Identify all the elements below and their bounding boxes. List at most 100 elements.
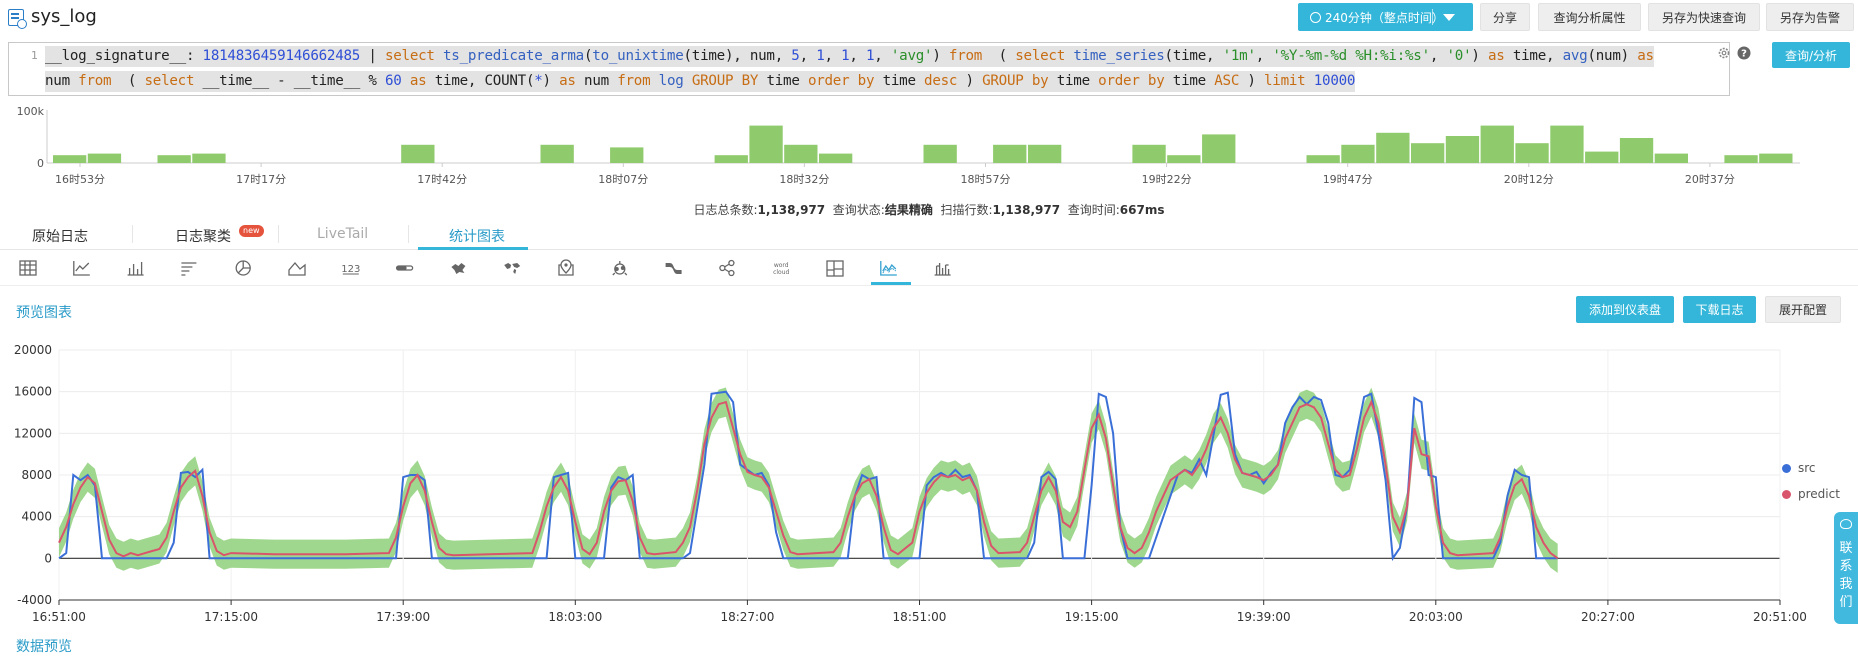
histogram-bar[interactable] <box>53 155 87 163</box>
query-line-1[interactable]: __log_signature__: 1814836459146662485 |… <box>45 46 1654 67</box>
flow-chart-icon[interactable] <box>612 261 628 276</box>
world-map-icon[interactable] <box>504 263 521 274</box>
gear-icon[interactable] <box>1718 47 1730 59</box>
query-token: select <box>1015 48 1074 64</box>
sankey-icon[interactable] <box>665 263 682 274</box>
query-properties-button[interactable]: 查询分析属性 <box>1538 3 1641 31</box>
query-token: , <box>1429 48 1447 64</box>
top-bar: sys_log 240分钟（整点时间） 分享 查询分析属性 另存为快速查询 另存… <box>0 0 1858 36</box>
histogram-bar[interactable] <box>1132 144 1166 163</box>
line-number: 1 <box>31 49 38 62</box>
tab-raw-logs[interactable]: 原始日志 <box>32 226 88 246</box>
query-token: ) <box>932 48 949 64</box>
histogram-bar[interactable] <box>993 144 1027 163</box>
compare-icon[interactable] <box>934 263 951 276</box>
histogram-bar[interactable] <box>1724 155 1758 163</box>
histogram-bar[interactable] <box>1341 144 1375 163</box>
query-token: 'avg' <box>890 48 933 64</box>
histogram-bar[interactable] <box>401 144 435 163</box>
timeseries-predict-icon[interactable] <box>880 261 897 276</box>
predict-confidence-band <box>59 387 1558 573</box>
map-icon[interactable] <box>451 263 466 274</box>
clock-icon <box>1310 11 1321 23</box>
query-token: order by <box>807 73 875 89</box>
pie-chart-icon[interactable] <box>235 260 251 276</box>
histogram-bar[interactable] <box>540 144 574 163</box>
legend-predict[interactable]: predict <box>1782 487 1840 501</box>
predict-series-line[interactable] <box>58 399 1559 560</box>
line-chart-icon[interactable] <box>73 261 90 276</box>
histogram-bar[interactable] <box>1480 125 1514 163</box>
histogram-bar[interactable] <box>610 147 644 163</box>
histogram-bar[interactable] <box>1028 144 1062 163</box>
treemap-icon[interactable] <box>826 260 844 277</box>
share-button[interactable]: 分享 <box>1480 3 1530 31</box>
save-alert-button[interactable]: 另存为告警 <box>1766 3 1854 31</box>
query-token: | <box>360 48 385 64</box>
y-tick-label: 16000 <box>14 385 52 399</box>
histogram-bar[interactable] <box>87 153 122 163</box>
histogram-bar[interactable] <box>1445 136 1480 163</box>
svg-text:word: word <box>774 262 789 269</box>
histogram-bar[interactable] <box>1585 151 1619 163</box>
save-quick-search-button[interactable]: 另存为快速查询 <box>1648 3 1760 31</box>
location-map-icon[interactable] <box>558 259 574 276</box>
histogram-bar[interactable] <box>819 153 853 163</box>
histogram-bar[interactable] <box>157 155 191 163</box>
histogram-x-tick-label: 19时47分 <box>1323 173 1373 186</box>
area-chart-icon[interactable] <box>288 261 306 276</box>
query-token: as <box>1487 48 1505 64</box>
histogram-bar[interactable] <box>1306 155 1340 163</box>
query-token: __time__ - __time__ % <box>194 73 385 89</box>
histogram-bar[interactable] <box>1202 134 1236 163</box>
histogram-bar[interactable] <box>923 144 957 163</box>
time-range-button[interactable]: 240分钟（整点时间） <box>1298 3 1473 31</box>
query-token: select <box>384 48 444 64</box>
query-token: (num) <box>1587 48 1638 64</box>
histogram-bar[interactable] <box>784 144 818 163</box>
histogram-bar[interactable] <box>1376 132 1410 163</box>
query-token: , <box>799 48 817 64</box>
timeseries-predict-chart[interactable]: -4000 0 4000 8000 12000 16000 20000 16:51:00 17:… <box>0 330 1858 630</box>
histogram-bar[interactable] <box>1550 125 1584 163</box>
x-tick-label: 20:27:00 <box>1581 610 1635 624</box>
query-token: time <box>758 73 808 89</box>
question-icon[interactable]: ? <box>1737 46 1751 60</box>
tab-log-clustering[interactable]: 日志聚类 <box>175 226 231 246</box>
preview-chart-title: 预览图表 <box>16 305 72 321</box>
query-token: ASC <box>1214 73 1240 89</box>
query-token: , <box>824 48 842 64</box>
number-icon[interactable]: 123 <box>341 264 360 275</box>
tab-livetail[interactable]: LiveTail <box>317 226 368 242</box>
histogram-bar[interactable] <box>1654 153 1688 163</box>
histogram-bar[interactable] <box>749 125 783 163</box>
log-histogram[interactable]: 100k 0 16时53分 17时17分 17时42分 18时07分 18时32分 18时57… <box>0 100 1858 190</box>
query-line-2[interactable]: num from ( select __time__ - __time__ % … <box>45 71 1355 92</box>
progress-bar-icon[interactable] <box>395 265 414 271</box>
add-to-dashboard-button[interactable]: 添加到仪表盘 <box>1576 296 1674 323</box>
histogram-bar[interactable] <box>1619 138 1654 163</box>
tab-statistics-chart[interactable]: 统计图表 <box>449 226 505 246</box>
histogram-bar[interactable] <box>192 153 226 163</box>
legend-src[interactable]: src <box>1782 461 1816 475</box>
bar-chart-icon[interactable] <box>127 262 144 276</box>
expand-config-button[interactable]: 展开配置 <box>1765 296 1841 323</box>
download-logs-button[interactable]: 下载日志 <box>1683 296 1756 323</box>
histogram-bar[interactable] <box>1759 153 1793 163</box>
table-icon[interactable] <box>19 260 37 276</box>
histogram-bar[interactable] <box>1515 143 1549 163</box>
logstore-title: sys_log <box>31 6 97 27</box>
contact-us-button[interactable]: 联系我们 <box>1834 512 1858 624</box>
graph-icon[interactable] <box>719 259 735 277</box>
query-token: (time, <box>1164 48 1223 64</box>
query-analyze-button[interactable]: 查询/分析 <box>1772 42 1850 68</box>
histogram-bar[interactable] <box>1167 155 1201 163</box>
query-token: ) <box>957 73 983 89</box>
query-token: ) <box>1239 73 1265 89</box>
word-cloud-icon[interactable]: wordcloud <box>773 262 789 276</box>
histogram-bar[interactable] <box>1411 143 1445 163</box>
y-tick-label: 4000 <box>21 510 52 524</box>
histogram-bar[interactable] <box>714 155 748 163</box>
horizontal-bar-icon[interactable] <box>181 262 197 276</box>
query-editor[interactable]: 1 __log_signature__: 1814836459146662485… <box>8 42 1730 96</box>
